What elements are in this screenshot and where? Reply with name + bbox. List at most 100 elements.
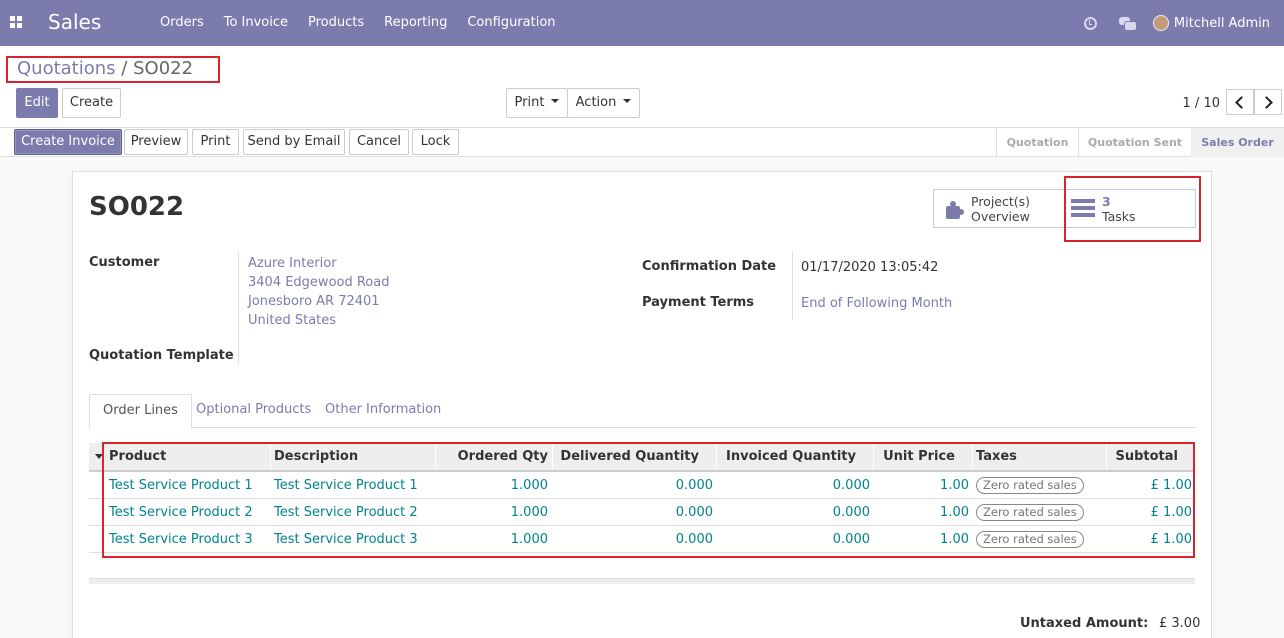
customer-name[interactable]: Azure Interior <box>248 254 389 273</box>
menu-orders[interactable]: Orders <box>150 0 214 46</box>
cell-product[interactable]: Test Service Product 2 <box>109 499 253 526</box>
cell-subtotal: £ 1.00 <box>1150 505 1192 520</box>
tasks-icon <box>1071 199 1095 219</box>
payment-terms-label: Payment Terms <box>642 295 755 310</box>
breadcrumb: Quotations / SO022 <box>6 56 220 83</box>
customer-street: 3404 Edgewood Road <box>248 275 390 290</box>
cell-invoiced-qty: 0.000 <box>832 532 870 547</box>
stage-sales-order[interactable]: Sales Order <box>1191 128 1284 157</box>
cancel-button[interactable]: Cancel <box>349 129 409 155</box>
tasks-label: 3 Tasks <box>1102 194 1136 224</box>
tasks-count: 3 <box>1102 194 1111 209</box>
cell-product[interactable]: Test Service Product 1 <box>109 472 253 499</box>
tab-other-information[interactable]: Other Information <box>312 394 454 428</box>
caret-down-icon <box>623 98 632 103</box>
menu-products[interactable]: Products <box>298 0 374 46</box>
tax-tag[interactable]: Zero rated sales <box>976 531 1084 548</box>
tasks-button[interactable]: 3 Tasks <box>1064 189 1196 228</box>
user-menu[interactable]: Mitchell Admin <box>1174 16 1270 31</box>
user-avatar[interactable] <box>1152 15 1169 31</box>
column-delivered-quantity[interactable]: Delivered Quantity <box>552 443 699 470</box>
column-taxes[interactable]: Taxes <box>976 443 1017 470</box>
menu-configuration[interactable]: Configuration <box>457 0 565 46</box>
table-row[interactable]: Test Service Product 1 Test Service Prod… <box>89 472 1195 499</box>
column-divider <box>270 443 271 470</box>
project-label-line2: Overview <box>971 209 1030 224</box>
notebook-tabs: Order Lines Optional Products Other Info… <box>89 394 1195 428</box>
edit-button[interactable]: Edit <box>16 88 58 118</box>
print-button[interactable]: Print <box>192 129 239 155</box>
project-overview-button[interactable]: Project(s) Overview <box>933 189 1065 228</box>
cell-description[interactable]: Test Service Product 2 <box>274 499 418 526</box>
create-button[interactable]: Create <box>62 88 121 118</box>
messaging-chat-icon[interactable] <box>1118 17 1137 31</box>
customer-address[interactable]: Azure Interior 3404 Edgewood Road Jonesb… <box>248 254 389 330</box>
column-unit-price[interactable]: Unit Price <box>873 443 955 470</box>
cell-ordered-qty[interactable]: 1.000 <box>435 526 548 553</box>
pager-value[interactable]: 1 / 10 <box>1183 96 1220 111</box>
cell-ordered-qty[interactable]: 1.000 <box>435 472 548 499</box>
column-invoiced-quantity[interactable]: Invoiced Quantity <box>716 443 856 470</box>
menu-to-invoice[interactable]: To Invoice <box>214 0 298 46</box>
create-invoice-button[interactable]: Create Invoice <box>14 129 122 155</box>
confirmation-date-value: 01/17/2020 13:05:42 <box>801 260 939 275</box>
cell-product[interactable]: Test Service Product 3 <box>109 526 253 553</box>
print-dropdown[interactable]: Print <box>506 88 568 118</box>
table-row[interactable]: Test Service Product 3 Test Service Prod… <box>89 526 1195 553</box>
cell-delivered-qty[interactable]: 0.000 <box>552 499 713 526</box>
project-label-line1: Project(s) <box>971 194 1031 209</box>
payment-terms-value[interactable]: End of Following Month <box>801 294 952 313</box>
column-subtotal[interactable]: Subtotal <box>1106 443 1178 470</box>
cell-invoiced-qty: 0.000 <box>832 478 870 493</box>
cell-description[interactable]: Test Service Product 1 <box>274 472 418 499</box>
customer-label: Customer <box>89 255 160 270</box>
cell-subtotal: £ 1.00 <box>1150 478 1192 493</box>
stage-quotation[interactable]: Quotation <box>997 128 1078 157</box>
column-description[interactable]: Description <box>274 443 358 470</box>
action-dropdown[interactable]: Action <box>567 88 640 118</box>
quotation-template-label: Quotation Template <box>89 348 234 363</box>
order-lines-table: Product Description Ordered Qty Delivere… <box>89 443 1195 553</box>
cell-unit-price[interactable]: 1.00 <box>873 526 969 553</box>
breadcrumb-quotations-link[interactable]: Quotations <box>17 58 116 79</box>
table-header: Product Description Ordered Qty Delivere… <box>89 443 1195 472</box>
table-row[interactable]: Test Service Product 2 Test Service Prod… <box>89 499 1195 526</box>
menu-reporting[interactable]: Reporting <box>374 0 457 46</box>
customer-city: Jonesboro AR 72401 <box>248 294 380 309</box>
sort-caret-icon[interactable] <box>95 454 103 459</box>
lock-button[interactable]: Lock <box>412 129 459 155</box>
column-ordered-qty[interactable]: Ordered Qty <box>435 443 548 470</box>
main-menu: Orders To Invoice Products Reporting Con… <box>150 0 566 46</box>
navbar-systray: Mitchell Admin <box>1083 0 1284 46</box>
cell-subtotal: £ 1.00 <box>1150 532 1192 547</box>
pager-next-chevron-icon[interactable] <box>1254 89 1282 115</box>
tab-optional-products[interactable]: Optional Products <box>183 394 324 428</box>
breadcrumb-current: SO022 <box>133 58 194 79</box>
apps-menu-icon[interactable] <box>10 16 22 28</box>
print-dropdown-label: Print <box>514 95 545 110</box>
send-by-email-button[interactable]: Send by Email <box>243 129 345 155</box>
pager-previous-chevron-icon[interactable] <box>1226 89 1254 115</box>
cell-unit-price[interactable]: 1.00 <box>873 472 969 499</box>
cell-delivered-qty[interactable]: 0.000 <box>552 526 713 553</box>
stage-quotation-sent[interactable]: Quotation Sent <box>1079 128 1191 157</box>
cell-ordered-qty[interactable]: 1.000 <box>435 499 548 526</box>
cell-delivered-qty[interactable]: 0.000 <box>552 472 713 499</box>
field-divider <box>238 252 239 364</box>
cell-description[interactable]: Test Service Product 3 <box>274 526 418 553</box>
action-dropdown-label: Action <box>575 95 617 110</box>
tax-tag[interactable]: Zero rated sales <box>976 504 1084 521</box>
tasks-text: Tasks <box>1102 209 1136 224</box>
tab-order-lines[interactable]: Order Lines <box>89 394 192 428</box>
preview-button[interactable]: Preview <box>124 129 188 155</box>
app-name[interactable]: Sales <box>48 10 101 34</box>
cell-unit-price[interactable]: 1.00 <box>873 499 969 526</box>
tax-tag[interactable]: Zero rated sales <box>976 477 1084 494</box>
breadcrumb-separator: / <box>121 58 128 79</box>
activity-clock-icon[interactable] <box>1083 16 1097 30</box>
control-panel: Quotations / SO022 Edit Create Print Act… <box>0 46 1284 128</box>
column-product[interactable]: Product <box>109 443 166 470</box>
table-footer-bar <box>89 578 1195 584</box>
field-divider <box>792 252 793 320</box>
untaxed-amount-label: Untaxed Amount: <box>1020 616 1149 631</box>
